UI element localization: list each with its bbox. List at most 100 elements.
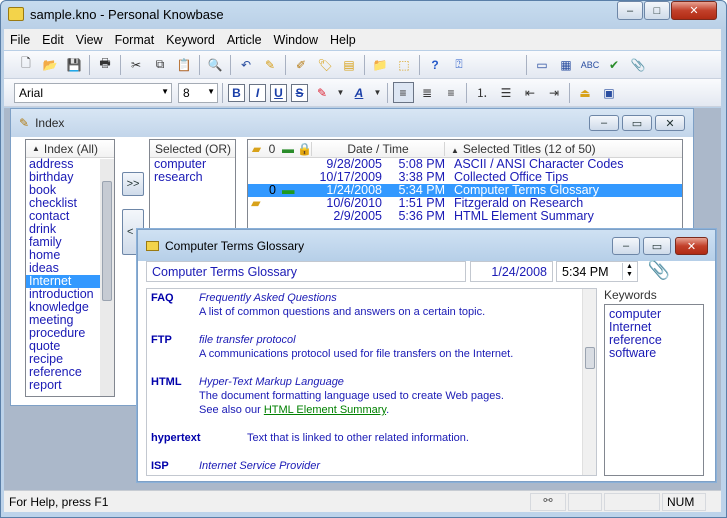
glossary-term: FTP	[151, 334, 172, 346]
underline-button[interactable]: U	[270, 83, 287, 102]
copy-icon[interactable]: ⧉	[150, 54, 171, 75]
italic-button[interactable]: I	[249, 83, 266, 102]
index-close-button[interactable]: ✕	[655, 115, 685, 131]
link-column-icon[interactable]: ▬	[279, 142, 297, 156]
maximize-icon: ▭	[631, 117, 643, 130]
article-scrollbar[interactable]	[582, 289, 596, 475]
align-right-icon[interactable]: ≡	[441, 82, 462, 103]
cut-icon[interactable]: ✂	[126, 54, 147, 75]
paste-icon[interactable]: 📋	[174, 54, 195, 75]
remove-keyword-label: <	[127, 226, 134, 238]
folder-icon[interactable]: 📁	[370, 54, 391, 75]
article-keyword-list[interactable]: computer Internet reference software	[604, 304, 704, 476]
menu-file[interactable]: File	[4, 33, 36, 47]
title-row[interactable]: 2/9/2005 5:36 PM HTML Element Summary	[248, 210, 682, 223]
attachment-column-icon[interactable]: 0	[265, 142, 279, 156]
tag-icon[interactable]: 🏷	[315, 54, 336, 75]
glossary-term: FAQ	[151, 292, 174, 304]
time-spinner[interactable]: ▲ ▼	[622, 263, 636, 280]
minimize-button[interactable]: –	[617, 1, 643, 20]
glossary-term: hypertext	[151, 432, 201, 444]
titles-header[interactable]: ▲ Selected Titles (12 of 50)	[445, 142, 596, 156]
article-date-field[interactable]: 1/24/2008	[470, 261, 553, 282]
index-minimize-button[interactable]: –	[589, 115, 619, 131]
print-icon[interactable]: 🖶	[95, 54, 116, 75]
chevron-down-icon[interactable]: ▼	[336, 82, 346, 103]
close-button[interactable]: ✕	[671, 1, 717, 20]
scrollbar-thumb[interactable]	[585, 347, 595, 369]
menu-window[interactable]: Window	[268, 33, 324, 47]
title-text: HTML Element Summary	[454, 209, 594, 223]
maximize-icon: □	[653, 4, 661, 17]
toolbar-separator	[230, 54, 231, 75]
label-icon[interactable]: ⬚	[394, 54, 415, 75]
article-text-area[interactable]: FAQ Frequently Asked Questions A list of…	[146, 288, 597, 476]
article-close-button[interactable]: ✕	[675, 237, 708, 255]
highlighter-icon[interactable]: ✎	[312, 82, 333, 103]
menu-view[interactable]: View	[70, 33, 109, 47]
keywords-label: Keywords	[604, 288, 657, 302]
thesaurus-icon[interactable]: ✔	[604, 54, 625, 75]
status-pane	[568, 493, 602, 511]
glossary-definition: Text that is linked to other related inf…	[247, 432, 469, 444]
chevron-down-icon[interactable]: ▼	[373, 82, 383, 103]
index-maximize-button[interactable]: ▭	[622, 115, 652, 131]
menu-format[interactable]: Format	[109, 33, 161, 47]
menu-edit[interactable]: Edit	[36, 33, 70, 47]
article-minimize-button[interactable]: –	[612, 237, 640, 255]
increase-indent-icon[interactable]: ⇥	[544, 82, 565, 103]
decrease-indent-icon[interactable]: ⇤	[520, 82, 541, 103]
new-icon[interactable]: 🗋	[16, 54, 37, 75]
attachment-icon[interactable]: 📎	[628, 54, 649, 75]
date-time-header[interactable]: Date / Time	[311, 141, 445, 156]
numbered-list-icon[interactable]: ⒈	[472, 82, 493, 103]
font-color-button[interactable]: A	[349, 82, 370, 103]
open-icon[interactable]: 📂	[40, 54, 61, 75]
font-size-select[interactable]: 8 ▼	[178, 82, 218, 103]
add-keyword-button[interactable]: >>	[122, 172, 144, 196]
bullet-list-icon[interactable]: ☰	[496, 82, 517, 103]
help-icon[interactable]: ?	[425, 54, 446, 75]
align-left-icon[interactable]: ≡	[392, 82, 414, 103]
glossary-definition: A list of common questions and answers o…	[199, 306, 486, 318]
menu-help[interactable]: Help	[324, 33, 362, 47]
list-view-icon[interactable]: ▦	[556, 54, 577, 75]
article-title-field[interactable]: Computer Terms Glossary	[146, 261, 466, 282]
toolbar-separator	[569, 82, 570, 103]
insert-date-icon[interactable]: ⏏	[575, 82, 596, 103]
selected-keyword-item[interactable]: research	[150, 171, 235, 184]
undo-icon[interactable]: ↶	[236, 54, 257, 75]
article-keyword-item[interactable]: software	[605, 347, 703, 360]
find-icon[interactable]: 🔍	[205, 54, 226, 75]
close-icon: ✕	[665, 117, 675, 130]
strikethrough-button[interactable]: S	[291, 83, 308, 102]
bold-button[interactable]: B	[228, 83, 245, 102]
save-icon[interactable]: 💾	[64, 54, 85, 75]
keyword-list-header[interactable]: ▲ Index (All)	[26, 140, 114, 158]
font-select[interactable]: Arial ▼	[14, 82, 172, 103]
window-icon[interactable]: ▭	[532, 54, 553, 75]
menu-article[interactable]: Article	[221, 33, 268, 47]
attachment-icon[interactable]: 📎	[646, 260, 672, 284]
menu-keyword[interactable]: Keyword	[160, 33, 221, 47]
keyword-list-scrollbar[interactable]	[100, 159, 114, 396]
standard-toolbar: 🗋 📂 💾 🖶 ✂ ⧉ 📋 🔍 ↶ ✎ ✐ 🏷 ▤ 📁 ⬚ ? ⍰ ▭ ▦ AB…	[4, 51, 721, 79]
app-icon	[8, 7, 24, 21]
articles-icon[interactable]: ▤	[339, 54, 360, 75]
tag-column-icon[interactable]: ▰	[248, 142, 265, 156]
spellcheck-icon[interactable]: ABC	[580, 54, 601, 75]
article-time-field[interactable]: 5:34 PM ▲ ▼	[556, 261, 638, 282]
see-also-link[interactable]: HTML Element Summary	[264, 404, 386, 416]
insert-picture-icon[interactable]: ▣	[599, 82, 620, 103]
keyword-item[interactable]: report	[26, 379, 100, 392]
status-pane	[604, 493, 660, 511]
context-help-icon[interactable]: ⍰	[449, 54, 470, 75]
lock-column-icon[interactable]: 🔒	[297, 142, 312, 156]
article-maximize-button[interactable]: ▭	[643, 237, 671, 255]
maximize-button[interactable]: □	[644, 1, 670, 20]
keyword-icon[interactable]: ✐	[291, 54, 312, 75]
article-window: Computer Terms Glossary – ▭ ✕ Computer T…	[137, 229, 716, 482]
edit-article-icon[interactable]: ✎	[260, 54, 281, 75]
align-center-icon[interactable]: ≣	[417, 82, 438, 103]
scrollbar-thumb[interactable]	[102, 181, 112, 301]
